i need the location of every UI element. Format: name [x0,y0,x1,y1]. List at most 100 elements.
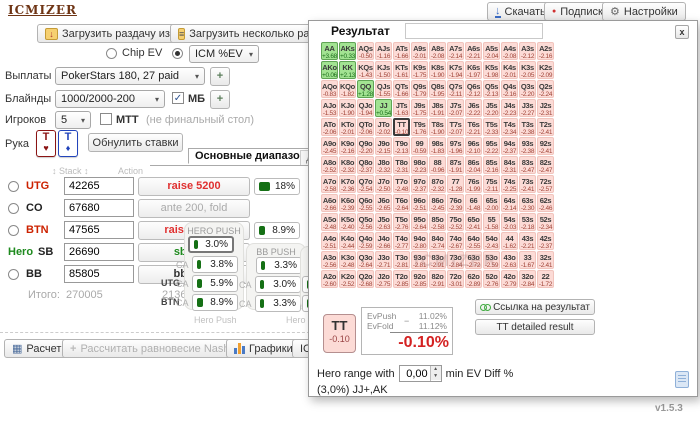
grid-cell-76s[interactable]: 76s -1.99 [465,175,482,193]
grid-cell-Q7s[interactable]: Q7s -2.11 [447,80,464,98]
grid-cell-98s[interactable]: 98s -1.83 [429,137,446,155]
grid-cell-K8o[interactable]: K8o -2.32 [339,156,356,174]
hand-card-1[interactable]: T ♥ [36,130,56,157]
grid-cell-42s[interactable]: 42s -2.37 [537,232,554,250]
grid-cell-73s[interactable]: 73s -2.41 [519,175,536,193]
grid-cell-54s[interactable]: 54s -2.03 [501,213,518,231]
grid-cell-Q2o[interactable]: Q2o -2.68 [357,270,374,288]
grid-cell-A7o[interactable]: A7o -2.58 [321,175,338,193]
bb-stack-input[interactable] [64,265,134,283]
blinds-select[interactable]: 1000/2000-200 ▾ [55,90,165,108]
grid-cell-QTo[interactable]: QTo -2.06 [357,118,374,136]
grid-cell-A2o[interactable]: A2o -2.60 [321,270,338,288]
call-range-box[interactable]: 8.9% [192,294,238,311]
grid-cell-J8s[interactable]: J8s -1.91 [429,99,446,117]
grid-cell-94o[interactable]: 94o -2.80 [411,232,428,250]
grid-cell-KJs[interactable]: KJs -1.50 [375,61,392,79]
payouts-select[interactable]: PokerStars 180, 27 paid ▾ [55,67,205,85]
grid-cell-JJ[interactable]: JJ +0.54 [375,99,392,117]
grid-cell-84o[interactable]: 84o -2.74 [429,232,446,250]
grid-cell-Q7o[interactable]: Q7o -2.54 [357,175,374,193]
grid-cell-Q8s[interactable]: Q8s -1.95 [429,80,446,98]
grid-cell-92s[interactable]: 92s -2.41 [537,137,554,155]
tab-result[interactable]: Результат [331,24,390,38]
grid-cell-J3s[interactable]: J3s -2.27 [519,99,536,117]
grid-cell-KK[interactable]: KK +2.13 [339,61,356,79]
grid-cell-Q2s[interactable]: Q2s -2.24 [537,80,554,98]
grid-cell-AQo[interactable]: AQo -0.83 [321,80,338,98]
sb-stack-input[interactable] [64,243,134,261]
add-blinds-button[interactable]: + [210,90,230,109]
grid-cell-44[interactable]: 44 -1.62 [501,232,518,250]
grid-cell-K3s[interactable]: K3s -2.05 [519,61,536,79]
grid-cell-A7s[interactable]: A7s -2.14 [447,42,464,60]
grid-cell-QTs[interactable]: QTs -1.66 [393,80,410,98]
call-range-box[interactable]: 3.8% [192,256,238,273]
bb-push-main[interactable]: 3.3% [256,257,302,274]
grid-cell-98o[interactable]: 98o -2.23 [411,156,428,174]
grid-cell-T7o[interactable]: T7o -2.48 [393,175,410,193]
grid-cell-T9o[interactable]: T9o -2.13 [393,137,410,155]
min-ev-diff-input[interactable] [399,366,430,381]
grid-cell-Q3s[interactable]: Q3s -2.20 [519,80,536,98]
call-range-box[interactable]: 5.9% [192,275,238,292]
grid-cell-K6o[interactable]: K6o -2.39 [339,194,356,212]
grid-cell-62o[interactable]: 62o -2.89 [465,270,482,288]
grid-cell-77[interactable]: 77 -1.28 [447,175,464,193]
co-stack-input[interactable] [64,199,134,217]
utg-action-button[interactable]: raise 5200 [138,177,250,196]
grid-cell-66[interactable]: 66 -1.48 [465,194,482,212]
grid-cell-J7o[interactable]: J7o -2.50 [375,175,392,193]
players-select[interactable]: 5 ▾ [55,111,91,129]
grid-cell-63s[interactable]: 63s -2.30 [519,194,536,212]
grid-cell-A8s[interactable]: A8s -2.08 [429,42,446,60]
grid-cell-K2o[interactable]: K2o -2.52 [339,270,356,288]
app-logo[interactable]: ICMIZER [8,3,77,17]
mb-checkbox[interactable]: ✓ [172,92,184,104]
nash-button[interactable]: + Рассчитать равновесие Nash [62,339,238,358]
grid-cell-K6s[interactable]: K6s -1.97 [465,61,482,79]
grid-cell-95o[interactable]: 95o -2.64 [411,213,428,231]
grid-cell-K3o[interactable]: K3o -2.48 [339,251,356,269]
spin-up-icon[interactable]: ▲ [430,366,441,373]
hand-card-2[interactable]: T ♦ [58,130,78,157]
empty-tab[interactable] [405,23,543,39]
grid-cell-AJs[interactable]: AJs -1.16 [375,42,392,60]
grid-cell-K4s[interactable]: K4s -2.01 [501,61,518,79]
grid-cell-88[interactable]: 88 -0.96 [429,156,446,174]
grid-cell-A4s[interactable]: A4s -2.08 [501,42,518,60]
grid-cell-43s[interactable]: 43s -2.21 [519,232,536,250]
settings-button[interactable]: ⚙ Настройки [602,2,686,21]
grid-cell-Q3o[interactable]: Q3o -2.64 [357,251,374,269]
grid-cell-K4o[interactable]: K4o -2.44 [339,232,356,250]
chip-ev-radio[interactable] [106,48,117,59]
grid-cell-KTs[interactable]: KTs -1.61 [393,61,410,79]
grid-cell-A6o[interactable]: A6o -2.66 [321,194,338,212]
grid-cell-65s[interactable]: 65s -2.00 [483,194,500,212]
grid-cell-A2s[interactable]: A2s -2.16 [537,42,554,60]
document-icon[interactable] [675,371,689,388]
grid-cell-52s[interactable]: 52s -2.34 [537,213,554,231]
grid-cell-AJo[interactable]: AJo -1.53 [321,99,338,117]
grid-cell-93s[interactable]: 93s -2.38 [519,137,536,155]
grid-cell-J3o[interactable]: J3o -2.71 [375,251,392,269]
grid-cell-K5s[interactable]: K5s -1.98 [483,61,500,79]
grid-cell-Q5o[interactable]: Q5o -2.56 [357,213,374,231]
grid-cell-96o[interactable]: 96o -2.51 [411,194,428,212]
grid-cell-AQs[interactable]: AQs -0.50 [357,42,374,60]
charts-button[interactable]: Графики [226,339,301,358]
bb-radio[interactable] [8,269,19,280]
detailed-result-button[interactable]: TT detailed result [475,319,595,335]
grid-cell-T9s[interactable]: T9s -1.76 [411,118,428,136]
grid-cell-62s[interactable]: 62s -2.46 [537,194,554,212]
utg-radio[interactable] [8,181,19,192]
grid-cell-AKo[interactable]: AKo +0.06 [321,61,338,79]
hero-push-main[interactable]: 3.0% [188,236,234,253]
grid-cell-54o[interactable]: 54o -2.43 [483,232,500,250]
close-icon[interactable]: x [675,25,689,39]
grid-cell-43o[interactable]: 43o -2.63 [501,251,518,269]
grid-cell-A9o[interactable]: A9o -2.45 [321,137,338,155]
grid-cell-K8s[interactable]: K8s -1.90 [429,61,446,79]
grid-cell-K9o[interactable]: K9o -2.16 [339,137,356,155]
grid-cell-87s[interactable]: 87s -1.91 [447,156,464,174]
